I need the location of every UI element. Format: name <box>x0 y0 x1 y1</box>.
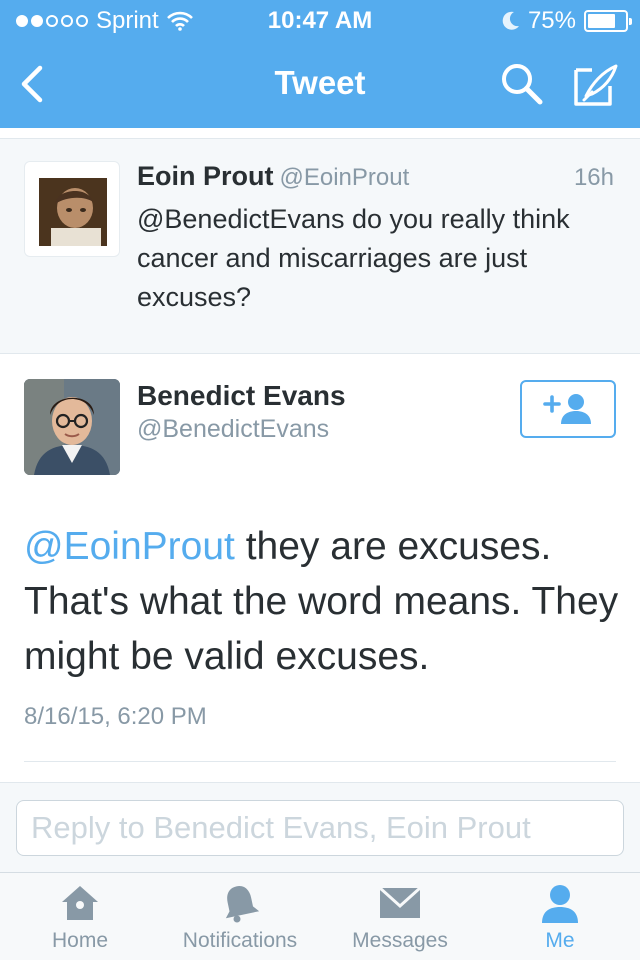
tab-home[interactable]: Home <box>20 873 140 960</box>
reply-bar <box>0 782 640 872</box>
status-bar: Sprint 10:47 AM 75% <box>0 0 640 40</box>
battery-icon <box>584 10 632 32</box>
follow-button[interactable] <box>520 380 616 438</box>
tab-label: Notifications <box>182 929 298 952</box>
status-right: 75% <box>502 7 632 35</box>
avatar-image <box>39 178 107 246</box>
person-icon <box>542 885 578 923</box>
moon-icon <box>502 11 519 30</box>
battery-percent: 75% <box>527 7 576 34</box>
parent-tweet[interactable]: Eoin Prout @EoinProut 16h @BenedictEvans … <box>0 138 640 354</box>
reply-input[interactable] <box>16 800 624 856</box>
tab-label: Messages <box>352 929 448 952</box>
tab-bar: Home Notifications Messages Me <box>0 872 640 960</box>
author-handle[interactable]: @EoinProut <box>280 164 410 191</box>
parent-tweet-text: @BenedictEvans do you really think cance… <box>137 204 570 312</box>
search-icon[interactable] <box>498 60 546 108</box>
tweet-age: 16h <box>573 164 614 191</box>
tab-label: Home <box>51 929 109 952</box>
tab-me[interactable]: Me <box>500 873 620 960</box>
tweet-timestamp: 8/16/15, 6:20 PM <box>24 703 207 730</box>
tweet-text: @EoinProut they are excuses. That's what… <box>24 519 624 684</box>
tab-notifications[interactable]: Notifications <box>160 873 320 960</box>
divider <box>24 761 616 762</box>
tab-label: Me <box>545 929 575 952</box>
author-name[interactable]: Benedict Evans <box>137 380 346 412</box>
mention-link[interactable]: @EoinProut <box>24 525 235 568</box>
author-handle[interactable]: @BenedictEvans <box>137 415 329 444</box>
navigation-bar: Tweet <box>0 40 640 128</box>
avatar[interactable] <box>24 379 120 475</box>
top-bar: Sprint 10:47 AM 75% Tweet <box>0 0 640 128</box>
bell-icon <box>225 886 260 923</box>
home-icon <box>62 886 98 920</box>
avatar-image <box>24 379 120 475</box>
add-user-icon <box>543 394 591 424</box>
author-name[interactable]: Eoin Prout <box>137 161 274 191</box>
parent-tweet-header: Eoin Prout @EoinProut <box>137 161 409 192</box>
tab-messages[interactable]: Messages <box>330 873 470 960</box>
compose-icon[interactable] <box>570 62 620 108</box>
envelope-icon <box>378 886 422 918</box>
avatar[interactable] <box>24 161 120 257</box>
